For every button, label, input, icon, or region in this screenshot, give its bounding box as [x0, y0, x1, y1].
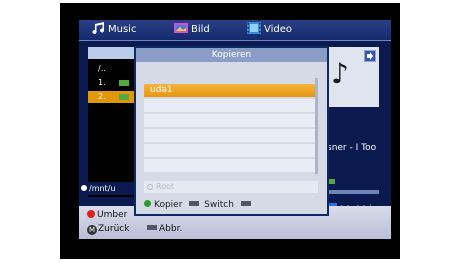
tab-video-label: Video — [264, 24, 293, 35]
destination-item[interactable] — [144, 159, 318, 172]
m-button-icon: M — [87, 225, 97, 235]
destination-item[interactable] — [144, 144, 318, 157]
folder-icon — [329, 179, 335, 184]
red-button-icon — [87, 210, 95, 218]
root-option[interactable]: Root — [144, 181, 318, 193]
folder-icon — [119, 80, 129, 86]
cancel-hint-label: Abbr. — [159, 224, 183, 234]
destination-item[interactable] — [144, 129, 318, 142]
speaker-icon[interactable] — [364, 50, 376, 62]
switch-action[interactable]: Switch — [204, 200, 234, 210]
tab-bild-label: Bild — [191, 24, 210, 35]
radio-icon — [147, 184, 153, 190]
dialog-actions: Kopier Switch — [144, 199, 320, 212]
destination-item[interactable] — [144, 114, 318, 127]
key-icon — [240, 201, 251, 206]
back-hint[interactable]: M Zurück — [87, 223, 129, 235]
current-path-text: /mnt/u — [89, 184, 116, 193]
file-list-header — [88, 47, 135, 59]
now-playing-panel: ♪ sner - I Too — [327, 47, 391, 197]
exit-key-icon — [147, 225, 157, 230]
tab-video[interactable]: Video — [247, 22, 292, 38]
album-cover: ♪ — [327, 47, 379, 107]
tab-bar: Music Bild Video — [79, 20, 391, 41]
track-info: sner - I Too — [327, 143, 377, 153]
cancel-hint[interactable]: Abbr. — [147, 223, 182, 235]
destination-item-selected[interactable]: uda1 — [144, 84, 318, 97]
film-icon — [247, 22, 261, 34]
list-item-label: /.. — [98, 64, 106, 73]
copy-action[interactable]: Kopier — [144, 200, 182, 210]
rename-hint-label: Umber — [97, 210, 128, 220]
list-item-label: 2. — [98, 92, 106, 101]
copy-action-label: Kopier — [154, 200, 183, 210]
destination-list: uda1 — [144, 84, 320, 176]
switch-key-icon — [189, 201, 200, 206]
rename-hint[interactable]: Umber — [87, 209, 127, 221]
tab-bild[interactable]: Bild — [174, 22, 210, 38]
folder-icon — [119, 94, 129, 100]
progress-bar — [327, 190, 379, 194]
green-button-icon — [144, 200, 151, 207]
tab-music[interactable]: Music — [91, 22, 136, 38]
file-list: /.. 1. 2. — [88, 47, 135, 197]
scrollbar[interactable] — [315, 78, 318, 174]
current-path: /mnt/u — [79, 182, 139, 195]
path-bullet-icon — [81, 185, 87, 191]
root-option-label: Root — [156, 182, 175, 191]
copy-dialog: Kopieren uda1 Root Kopier Switch — [134, 46, 329, 216]
music-note-icon — [92, 22, 104, 34]
destination-item[interactable] — [144, 99, 318, 112]
dialog-title: Kopieren — [136, 48, 327, 62]
list-item[interactable]: 1. — [88, 77, 135, 89]
list-item-selected[interactable]: 2. — [88, 91, 135, 103]
tab-music-label: Music — [108, 24, 137, 35]
list-item[interactable]: /.. — [88, 63, 135, 75]
back-hint-label: Zurück — [98, 224, 130, 234]
music-note-icon: ♪ — [331, 57, 349, 90]
list-item-label: 1. — [98, 78, 106, 87]
picture-icon — [174, 23, 188, 33]
